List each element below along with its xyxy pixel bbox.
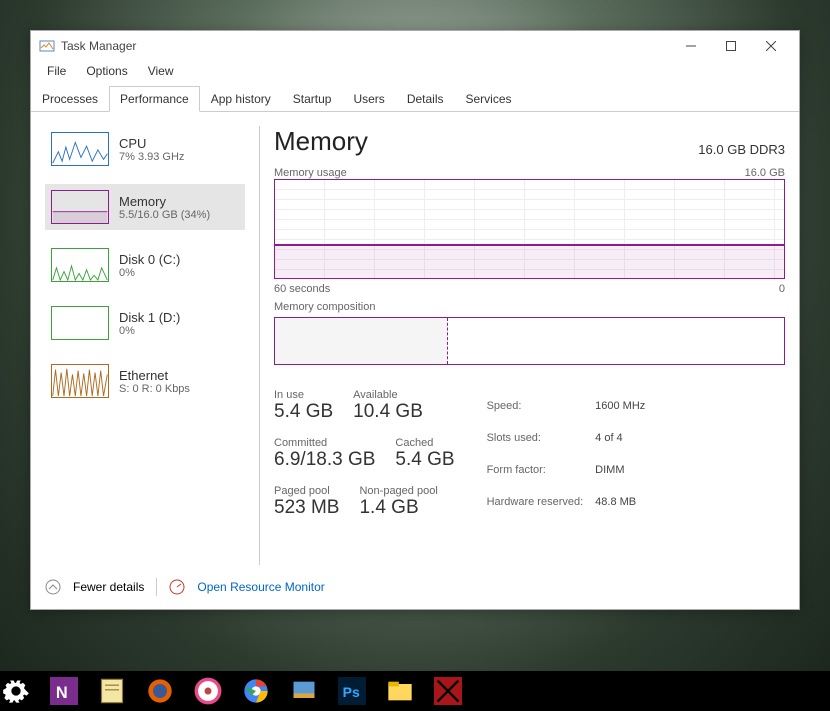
sidebar-item-label: Disk 0 (C:)	[119, 252, 180, 267]
tab-services[interactable]: Services	[455, 86, 523, 112]
menu-file[interactable]: File	[37, 61, 76, 85]
memory-usage-chart[interactable]	[274, 179, 785, 279]
window-title: Task Manager	[61, 39, 136, 53]
sidebar-item-sub: 7% 3.93 GHz	[119, 151, 184, 163]
explorer-icon[interactable]	[386, 677, 414, 705]
divider	[259, 126, 260, 565]
stat-value: 10.4 GB	[353, 401, 423, 423]
chrome-icon[interactable]	[242, 677, 270, 705]
memory-composition-bar[interactable]	[274, 317, 785, 365]
stat-value: 523 MB	[274, 497, 339, 519]
minimize-button[interactable]	[671, 34, 711, 58]
footer: Fewer details Open Resource Monitor	[31, 565, 799, 609]
sidebar: CPU 7% 3.93 GHz Memory 5.5/16.0 GB (34%)…	[45, 126, 245, 565]
tab-performance[interactable]: Performance	[109, 86, 200, 112]
hardware-table: Speed:1600 MHz Slots used:4 of 4 Form fa…	[485, 389, 658, 519]
firefox-icon[interactable]	[146, 677, 174, 705]
tab-users[interactable]: Users	[342, 86, 395, 112]
app-icon	[39, 38, 55, 54]
tab-bar: Processes Performance App history Startu…	[31, 85, 799, 112]
sidebar-item-sub: 5.5/16.0 GB (34%)	[119, 209, 210, 221]
ethernet-thumb-icon	[51, 364, 109, 398]
taskbar[interactable]: N Ps	[0, 671, 830, 711]
stat-label: Paged pool	[274, 485, 339, 497]
app-icon[interactable]	[290, 677, 318, 705]
stat-label: Cached	[395, 437, 454, 449]
stat-label: Committed	[274, 437, 375, 449]
stat-label: Available	[353, 389, 423, 401]
composition-label: Memory composition	[274, 301, 375, 313]
sidebar-item-cpu[interactable]: CPU 7% 3.93 GHz	[45, 126, 245, 172]
main-panel: Memory 16.0 GB DDR3 Memory usage 16.0 GB…	[274, 126, 785, 565]
memory-thumb-icon	[51, 190, 109, 224]
stat-value: 6.9/18.3 GB	[274, 449, 375, 471]
menu-options[interactable]: Options	[76, 61, 137, 85]
stat-label: Non-paged pool	[359, 485, 437, 497]
disk-thumb-icon	[51, 306, 109, 340]
sidebar-item-sub: 0%	[119, 267, 180, 279]
settings-icon[interactable]	[2, 677, 30, 705]
menubar: File Options View	[31, 61, 799, 85]
onenote-icon[interactable]: N	[50, 677, 78, 705]
stat-label: In use	[274, 389, 333, 401]
sidebar-item-ethernet[interactable]: Ethernet S: 0 R: 0 Kbps	[45, 358, 245, 404]
fewer-details-link[interactable]: Fewer details	[73, 580, 144, 594]
sidebar-item-memory[interactable]: Memory 5.5/16.0 GB (34%)	[45, 184, 245, 230]
memory-spec: 16.0 GB DDR3	[698, 142, 785, 157]
dota-icon[interactable]	[434, 677, 462, 705]
sidebar-item-label: Ethernet	[119, 368, 190, 383]
sidebar-item-sub: S: 0 R: 0 Kbps	[119, 383, 190, 395]
usage-max: 16.0 GB	[745, 167, 785, 179]
notepad-icon[interactable]	[98, 677, 126, 705]
tab-app-history[interactable]: App history	[200, 86, 282, 112]
svg-text:N: N	[56, 684, 68, 702]
sidebar-item-sub: 0%	[119, 325, 180, 337]
sidebar-item-label: Memory	[119, 194, 210, 209]
tab-startup[interactable]: Startup	[282, 86, 343, 112]
time-right: 0	[779, 283, 785, 295]
close-button[interactable]	[751, 34, 791, 58]
disk-thumb-icon	[51, 248, 109, 282]
tab-processes[interactable]: Processes	[31, 86, 109, 112]
chevron-up-circle-icon[interactable]	[45, 579, 61, 595]
sidebar-item-disk0[interactable]: Disk 0 (C:) 0%	[45, 242, 245, 288]
stat-value: 5.4 GB	[274, 401, 333, 423]
stat-value: 5.4 GB	[395, 449, 454, 471]
page-title: Memory	[274, 126, 368, 157]
itunes-icon[interactable]	[194, 677, 222, 705]
task-manager-window: Task Manager File Options View Processes…	[30, 30, 800, 610]
titlebar[interactable]: Task Manager	[31, 31, 799, 61]
sidebar-item-disk1[interactable]: Disk 1 (D:) 0%	[45, 300, 245, 346]
usage-label: Memory usage	[274, 167, 347, 179]
stat-value: 1.4 GB	[359, 497, 437, 519]
time-left: 60 seconds	[274, 283, 330, 295]
open-resource-monitor-link[interactable]: Open Resource Monitor	[197, 580, 324, 594]
svg-text:Ps: Ps	[343, 684, 360, 700]
cpu-thumb-icon	[51, 132, 109, 166]
resmon-icon	[169, 579, 185, 595]
maximize-button[interactable]	[711, 34, 751, 58]
tab-details[interactable]: Details	[396, 86, 455, 112]
photoshop-icon[interactable]: Ps	[338, 677, 366, 705]
sidebar-item-label: Disk 1 (D:)	[119, 310, 180, 325]
sidebar-item-label: CPU	[119, 136, 184, 151]
menu-view[interactable]: View	[138, 61, 184, 85]
